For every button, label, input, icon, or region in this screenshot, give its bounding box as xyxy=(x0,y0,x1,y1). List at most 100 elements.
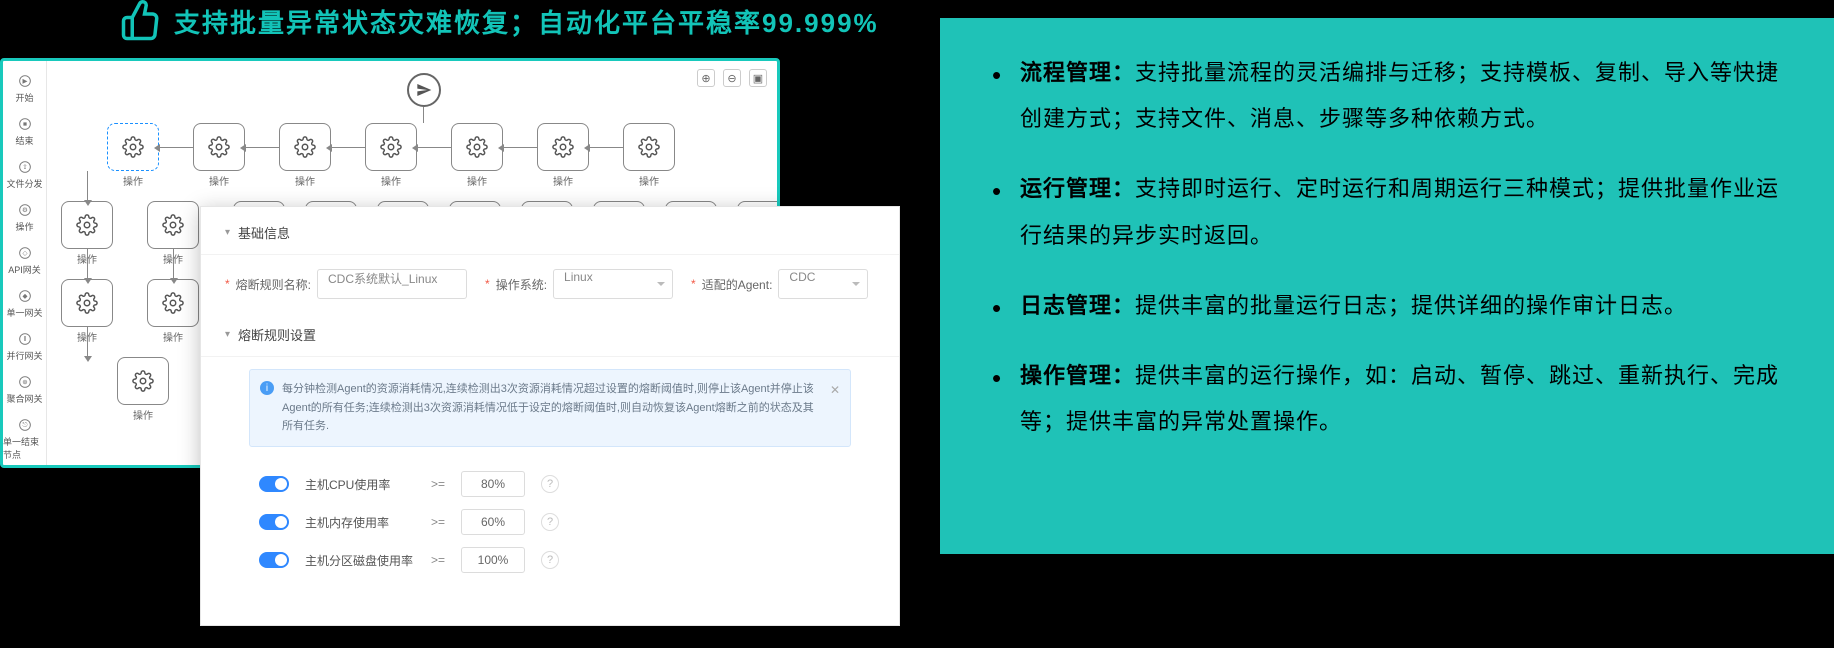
metric-toggle[interactable] xyxy=(259,476,289,492)
tool-0[interactable]: ▶ 开始 xyxy=(3,67,46,110)
tool-1[interactable]: ■结束 xyxy=(3,110,46,153)
tool-rail: ▶ 开始 ■结束 ⇪ 文件分发 ⚙操作◇API网关 ◆ 单一网关 ⫴ 并行网关 ⊕ 聚合网关 ⎋ 单一结束… xyxy=(3,61,47,465)
help-icon[interactable]: ? xyxy=(541,475,559,493)
metric-operator: >= xyxy=(431,515,445,529)
reset-view-button[interactable]: ▣ xyxy=(749,69,767,87)
tool-icon: ⊕ xyxy=(17,374,33,390)
feature-list: 流程管理：支持批量流程的灵活编排与迁移；支持模板、复制、导入等快捷创建方式；支持… xyxy=(992,50,1794,445)
required-marker: * xyxy=(225,277,230,291)
gear-icon xyxy=(76,214,98,236)
tool-label: 单一网关 xyxy=(6,306,42,319)
flow-node[interactable] xyxy=(537,123,589,171)
metric-value-input[interactable]: 80% xyxy=(461,471,525,497)
tool-6[interactable]: ⫴ 并行网关 xyxy=(3,325,46,368)
tool-icon: ▶ xyxy=(17,73,33,89)
tool-icon: ⚙ xyxy=(17,202,33,218)
zoom-in-button[interactable]: ⊕ xyxy=(697,69,715,87)
feature-title: 流程管理： xyxy=(1020,60,1135,85)
headline-text: 支持批量异常状态灾难恢复；自动化平台平稳率99.999% xyxy=(174,3,879,40)
metric-value-input[interactable]: 100% xyxy=(461,547,525,573)
gear-icon xyxy=(162,292,184,314)
feature-item: 日志管理：提供丰富的批量运行日志；提供详细的操作审计日志。 xyxy=(992,283,1794,329)
help-icon[interactable]: ? xyxy=(541,551,559,569)
tool-icon: ■ xyxy=(17,116,33,132)
section-rule-header[interactable]: ▾ 熔断规则设置 xyxy=(201,313,899,357)
tool-label: 并行网关 xyxy=(6,349,42,362)
rule-name-input[interactable]: CDC系统默认_Linux xyxy=(317,269,467,299)
node-label: 操作 xyxy=(279,173,331,188)
gear-icon xyxy=(132,370,154,392)
flow-node[interactable] xyxy=(623,123,675,171)
tool-label: 开始 xyxy=(15,91,33,104)
flow-node[interactable] xyxy=(451,123,503,171)
svg-text:◆: ◆ xyxy=(22,293,28,300)
feature-body: 提供丰富的批量运行日志；提供详细的操作审计日志。 xyxy=(1135,293,1687,318)
section-rule-title: 熔断规则设置 xyxy=(238,325,316,344)
tool-label: 单一结束节点 xyxy=(3,435,46,461)
metric-toggle[interactable] xyxy=(259,552,289,568)
node-label: 操作 xyxy=(623,173,675,188)
metric-toggle[interactable] xyxy=(259,514,289,530)
metric-label: 主机CPU使用率 xyxy=(305,476,415,493)
start-node[interactable] xyxy=(407,73,441,107)
zoom-out-button[interactable]: ⊖ xyxy=(723,69,741,87)
basic-info-row: * 熔断规则名称: CDC系统默认_Linux * 操作系统: Linux * … xyxy=(201,255,899,313)
agent-select[interactable]: CDC xyxy=(778,269,868,299)
svg-text:⚙: ⚙ xyxy=(22,206,28,214)
tool-5[interactable]: ◆ 单一网关 xyxy=(3,282,46,325)
os-select[interactable]: Linux xyxy=(553,269,673,299)
metric-row: 主机分区磁盘使用率>=100%? xyxy=(201,541,899,579)
flow-node[interactable] xyxy=(147,201,199,249)
feature-title: 日志管理： xyxy=(1020,293,1135,318)
metric-value-input[interactable]: 60% xyxy=(461,509,525,535)
flow-node[interactable] xyxy=(107,123,159,171)
tool-icon: ◇ xyxy=(17,245,33,261)
metric-row: 主机CPU使用率 >= 80%? xyxy=(201,465,899,503)
gear-icon xyxy=(122,136,144,158)
paper-plane-icon xyxy=(416,82,432,98)
thumbs-up-icon xyxy=(120,0,162,42)
section-basic-header[interactable]: ▾ 基础信息 xyxy=(201,211,899,255)
flow-node[interactable] xyxy=(117,357,169,405)
tool-4[interactable]: ◇API网关 xyxy=(3,239,46,282)
feature-item: 运行管理：支持即时运行、定时运行和周期运行三种模式；提供批量作业运行结果的异步实… xyxy=(992,166,1794,258)
metric-operator: >= xyxy=(431,477,445,491)
help-icon[interactable]: ? xyxy=(541,513,559,531)
os-label: 操作系统: xyxy=(496,276,547,293)
flow-node[interactable] xyxy=(147,279,199,327)
alert-text: 每分钟检测Agent的资源消耗情况,连续检测出3次资源消耗情况超过设置的熔断阈值… xyxy=(282,383,814,432)
tool-label: 文件分发 xyxy=(6,177,42,190)
tool-icon: ⇪ xyxy=(17,159,33,175)
gear-icon xyxy=(638,136,660,158)
svg-text:■: ■ xyxy=(22,121,26,128)
flow-node[interactable] xyxy=(61,201,113,249)
feature-title: 操作管理： xyxy=(1020,363,1135,388)
required-marker: * xyxy=(485,277,490,291)
tool-icon: ◆ xyxy=(17,288,33,304)
flow-node[interactable] xyxy=(279,123,331,171)
info-icon: i xyxy=(260,381,274,395)
node-label: 操作 xyxy=(107,173,159,188)
agent-label: 适配的Agent: xyxy=(702,276,773,293)
flow-node[interactable] xyxy=(365,123,417,171)
gear-icon xyxy=(294,136,316,158)
tool-8[interactable]: ⎋ 单一结束节点 xyxy=(3,411,46,467)
flow-node[interactable] xyxy=(61,279,113,327)
gear-icon xyxy=(162,214,184,236)
info-alert: i 每分钟检测Agent的资源消耗情况,连续检测出3次资源消耗情况超过设置的熔断… xyxy=(249,369,851,447)
svg-text:◇: ◇ xyxy=(22,250,28,257)
node-label: 操作 xyxy=(537,173,589,188)
flow-node[interactable] xyxy=(193,123,245,171)
tool-3[interactable]: ⚙操作 xyxy=(3,196,46,239)
tool-2[interactable]: ⇪ 文件分发 xyxy=(3,153,46,196)
feature-item: 操作管理：提供丰富的运行操作，如：启动、暂停、跳过、重新执行、完成等；提供丰富的… xyxy=(992,353,1794,445)
tool-label: 聚合网关 xyxy=(6,392,42,405)
tool-icon: ⫴ xyxy=(17,331,33,347)
svg-text:⇪: ⇪ xyxy=(22,163,28,171)
metric-label: 主机分区磁盘使用率 xyxy=(305,552,415,569)
tool-7[interactable]: ⊕ 聚合网关 xyxy=(3,368,46,411)
tool-icon: ⎋ xyxy=(17,417,33,433)
chevron-down-icon: ▾ xyxy=(225,227,230,238)
close-icon[interactable]: ✕ xyxy=(830,380,840,400)
node-label: 操作 xyxy=(193,173,245,188)
